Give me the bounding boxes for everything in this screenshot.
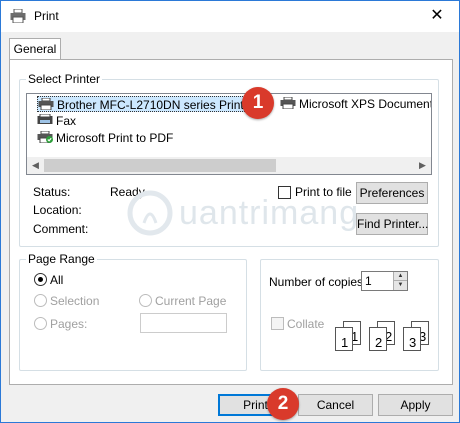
default-printer-icon bbox=[37, 131, 53, 143]
collate-label[interactable]: Collate bbox=[287, 317, 324, 331]
current-page-label[interactable]: Current Page bbox=[155, 294, 226, 308]
tab-strip: General bbox=[1, 32, 459, 61]
comment-label: Comment: bbox=[33, 222, 89, 236]
print-dialog: Print ✕ General Select Printer Brother M… bbox=[0, 0, 460, 423]
tab-general[interactable]: General bbox=[9, 38, 61, 61]
copies-stepper[interactable]: 1 ▲ ▼ bbox=[361, 271, 408, 291]
apply-button[interactable]: Apply bbox=[378, 394, 453, 416]
printer-name: Microsoft XPS Document Writer bbox=[299, 97, 432, 111]
all-radio[interactable] bbox=[34, 273, 47, 286]
printer-item-brother[interactable]: Brother MFC-L2710DN series Printer bbox=[37, 96, 269, 112]
current-page-radio[interactable] bbox=[139, 294, 152, 307]
printer-icon bbox=[38, 98, 54, 110]
printer-icon bbox=[10, 9, 26, 23]
window-title: Print bbox=[34, 9, 59, 23]
all-label[interactable]: All bbox=[50, 273, 63, 287]
collate-page-number: 2 bbox=[375, 335, 383, 350]
cancel-button[interactable]: Cancel bbox=[298, 394, 373, 416]
spin-down-icon[interactable]: ▼ bbox=[393, 281, 407, 290]
printer-item-pdf[interactable]: Microsoft Print to PDF bbox=[37, 130, 173, 146]
annotation-badge-2: 2 bbox=[267, 388, 299, 420]
scroll-left-icon[interactable]: ◀ bbox=[27, 157, 44, 174]
printer-item-fax[interactable]: Fax bbox=[37, 113, 76, 129]
printer-item-xps[interactable]: Microsoft XPS Document Writer bbox=[280, 96, 432, 112]
scrollbar-thumb[interactable] bbox=[44, 159, 276, 172]
copies-value[interactable]: 1 bbox=[365, 274, 372, 288]
number-of-copies-label: Number of copies: bbox=[269, 275, 367, 289]
printer-icon bbox=[280, 97, 296, 109]
selection-label[interactable]: Selection bbox=[50, 294, 99, 308]
printer-list-scrollbar[interactable]: ◀ ▶ bbox=[27, 157, 431, 174]
status-label: Status: bbox=[33, 185, 71, 199]
annotation-badge-1: 1 bbox=[242, 87, 274, 119]
fax-icon bbox=[37, 114, 53, 124]
title-bar: Print ✕ bbox=[1, 1, 459, 32]
printer-name: Brother MFC-L2710DN series Printer bbox=[57, 98, 255, 112]
selection-radio[interactable] bbox=[34, 294, 47, 307]
location-label: Location: bbox=[33, 203, 82, 217]
printer-name: Fax bbox=[56, 114, 77, 128]
collate-checkbox[interactable] bbox=[271, 317, 284, 330]
pages-label[interactable]: Pages: bbox=[50, 317, 87, 331]
printer-list[interactable]: Brother MFC-L2710DN series Printer Micro… bbox=[26, 93, 432, 175]
pages-radio[interactable] bbox=[34, 317, 47, 330]
pages-input[interactable] bbox=[140, 313, 227, 333]
close-button[interactable]: ✕ bbox=[415, 1, 459, 31]
scroll-right-icon[interactable]: ▶ bbox=[414, 157, 431, 174]
printer-name: Microsoft Print to PDF bbox=[56, 131, 174, 145]
close-icon: ✕ bbox=[430, 7, 444, 24]
page-range-label: Page Range bbox=[26, 252, 97, 266]
select-printer-label: Select Printer bbox=[26, 72, 103, 86]
collate-page-number: 1 bbox=[341, 335, 349, 350]
watermark-text: uantrimang bbox=[179, 194, 360, 232]
spin-up-icon[interactable]: ▲ bbox=[393, 272, 407, 281]
collate-illustration: 1 1 2 2 3 3 bbox=[331, 321, 435, 359]
collate-page-number: 3 bbox=[409, 335, 417, 350]
